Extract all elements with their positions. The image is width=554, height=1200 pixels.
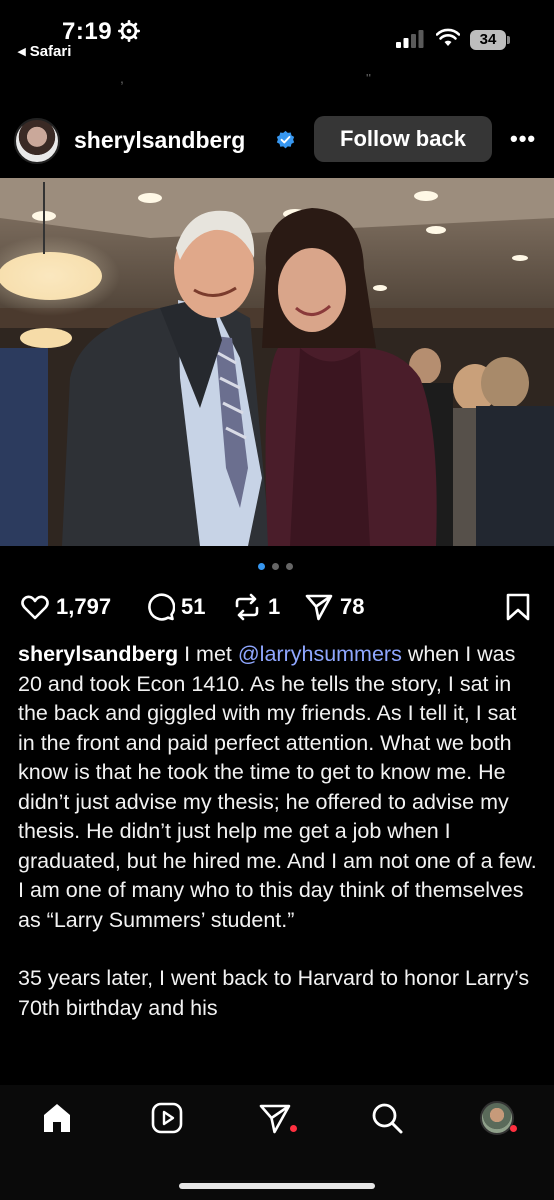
author-avatar[interactable] xyxy=(14,118,60,164)
comment-icon xyxy=(148,593,175,621)
direct-messages-icon[interactable] xyxy=(258,1101,292,1135)
home-indicator[interactable] xyxy=(179,1183,375,1189)
post-header: sherylsandberg Follow back ••• xyxy=(0,110,554,172)
more-options-icon[interactable]: ••• xyxy=(510,126,538,154)
battery-level: 34 xyxy=(470,30,506,50)
cellular-signal-icon xyxy=(396,30,424,48)
carousel-indicator xyxy=(258,563,298,571)
post-caption: sherylsandberg I met @larryhsummers when… xyxy=(18,640,538,1052)
heart-icon xyxy=(21,595,49,620)
bookmark-icon xyxy=(506,593,530,621)
home-icon[interactable] xyxy=(40,1101,74,1135)
post-actions: 1,797 51 1 78 xyxy=(0,586,554,626)
notification-dot xyxy=(290,1125,297,1132)
repost-icon xyxy=(235,593,259,621)
comment-count: 51 xyxy=(181,594,206,619)
photo-illustration xyxy=(0,178,554,546)
follow-back-button[interactable]: Follow back xyxy=(314,116,492,162)
reels-icon[interactable] xyxy=(150,1101,184,1135)
repost-button[interactable]: 1 xyxy=(232,590,280,624)
carousel-dot xyxy=(286,563,293,570)
carousel-dot-active xyxy=(258,563,265,570)
caption-paragraph-1: sherylsandberg I met @larryhsummers when… xyxy=(18,640,538,935)
post-photo[interactable] xyxy=(0,178,554,546)
author-username[interactable]: sherylsandberg xyxy=(74,127,245,154)
carousel-dot xyxy=(272,563,279,570)
gear-icon xyxy=(118,20,140,42)
share-button[interactable]: 78 xyxy=(304,590,364,624)
caption-text: when I was 20 and took Econ 1410. As he … xyxy=(18,642,537,932)
search-icon[interactable] xyxy=(370,1101,404,1135)
notification-dot xyxy=(510,1125,517,1132)
comment-button[interactable]: 51 xyxy=(145,590,205,624)
send-icon xyxy=(305,594,333,621)
caption-username[interactable]: sherylsandberg xyxy=(18,642,178,666)
profile-avatar[interactable] xyxy=(480,1101,514,1135)
truncated-previous-content: , " xyxy=(120,74,371,86)
caption-paragraph-2: 35 years later, I went back to Harvard t… xyxy=(18,966,530,1020)
caption-intro: I met xyxy=(178,642,238,666)
like-count: 1,797 xyxy=(56,594,112,619)
wifi-icon xyxy=(436,28,460,46)
save-button[interactable] xyxy=(503,590,533,624)
share-count: 78 xyxy=(340,594,365,619)
verified-badge-icon xyxy=(276,130,295,149)
like-button[interactable]: 1,797 xyxy=(20,590,111,624)
back-to-safari-link[interactable]: ◂ Safari xyxy=(18,42,71,60)
battery-tip xyxy=(507,36,510,44)
status-bar: 7:19 ◂ Safari 34 xyxy=(0,0,554,70)
repost-count: 1 xyxy=(268,594,281,619)
caption-mention-link[interactable]: @larryhsummers xyxy=(238,642,402,666)
